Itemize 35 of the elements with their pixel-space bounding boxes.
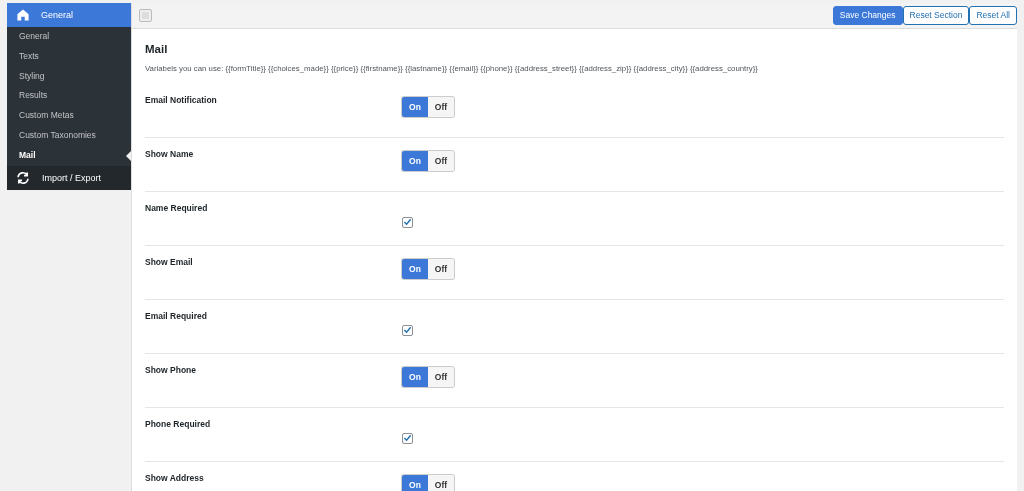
toggle-option[interactable]: Off <box>428 258 454 279</box>
home-icon <box>16 8 30 22</box>
sidebar-item[interactable]: Custom Metas <box>7 106 131 126</box>
toggle-option[interactable]: On <box>402 150 428 171</box>
toggle-option[interactable]: On <box>402 258 428 279</box>
sidebar-item[interactable]: Styling <box>7 66 131 87</box>
sidebar-item[interactable]: Results <box>7 86 131 107</box>
setting-label: Phone Required <box>145 417 212 429</box>
toolbar-button[interactable]: Save Changes <box>832 5 903 25</box>
section-title: Mail <box>145 42 169 55</box>
menu-header[interactable]: Import / Export <box>7 165 131 190</box>
setting-label: Name Required <box>145 201 209 213</box>
toggle-option[interactable]: Off <box>428 96 454 117</box>
toolbar-button[interactable]: Reset All <box>969 5 1017 25</box>
checkbox[interactable] <box>402 432 413 444</box>
toggle-option[interactable]: On <box>402 96 428 117</box>
setting-label: Email Required <box>145 309 208 321</box>
sidebar-item[interactable]: General <box>7 27 131 47</box>
checkbox[interactable] <box>402 324 413 336</box>
toggle-option[interactable]: On <box>402 366 428 387</box>
setting-label: Show Name <box>145 147 195 159</box>
menu-header[interactable]: General <box>7 3 131 27</box>
toggle-option[interactable]: Off <box>428 474 454 491</box>
setting-label: Email Notification <box>145 93 218 105</box>
sidebar-item[interactable]: Texts <box>7 46 131 67</box>
toggle-option[interactable]: On <box>402 474 428 491</box>
toggle-option[interactable]: Off <box>428 150 454 171</box>
sidebar-item[interactable]: Custom Taxonomies <box>7 126 131 146</box>
toggle-option[interactable]: Off <box>428 366 454 387</box>
setting-label: Show Email <box>145 255 194 267</box>
checkbox[interactable] <box>402 216 413 228</box>
setting-label: Show Address <box>145 471 205 483</box>
refresh-icon <box>16 170 30 185</box>
setting-label: Show Phone <box>145 363 197 375</box>
toolbar-button[interactable]: Reset Section <box>902 5 970 25</box>
